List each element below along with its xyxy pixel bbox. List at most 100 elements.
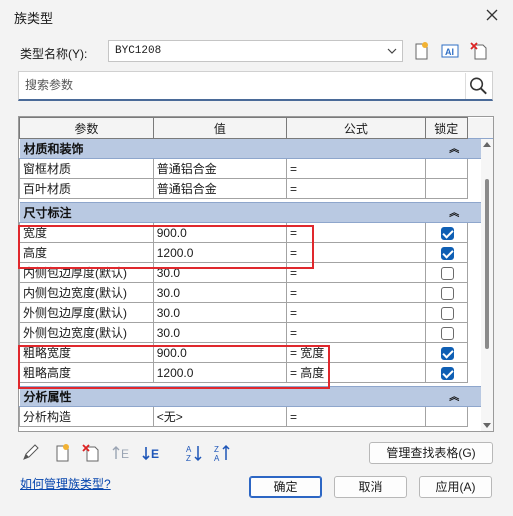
collapse-icon[interactable]: ︽ — [449, 204, 459, 219]
svg-text:Z: Z — [214, 445, 219, 454]
delete-parameter-icon[interactable] — [80, 443, 102, 463]
param-formula[interactable]: = — [285, 242, 426, 263]
table-row: 宽度 900.0 = — [19, 222, 494, 243]
close-icon[interactable] — [483, 6, 501, 24]
group-row-dimensions[interactable]: 尺寸标注 ︽ — [19, 202, 493, 223]
param-name: 高度 — [19, 242, 154, 263]
param-formula[interactable]: = 高度 — [285, 362, 426, 383]
param-name: 分析构造 — [19, 406, 154, 427]
chevron-down-icon — [387, 48, 397, 54]
new-type-icon[interactable] — [410, 40, 432, 62]
table-header-row: 参数 值 公式 锁定 — [19, 117, 493, 139]
table-row: 窗框材质 普通铝合金 = — [19, 158, 494, 179]
table-row: 内侧包边厚度(默认) 30.0 = — [19, 262, 494, 283]
param-formula[interactable]: = — [285, 178, 426, 199]
param-name: 粗略宽度 — [19, 342, 154, 363]
param-formula[interactable]: = — [285, 222, 426, 243]
lock-checkbox[interactable] — [441, 286, 455, 300]
param-name: 内侧包边宽度(默认) — [19, 282, 154, 303]
move-up-icon[interactable]: E — [111, 443, 133, 463]
param-name: 百叶材质 — [19, 178, 154, 199]
type-name-value: BYC1208 — [115, 45, 162, 57]
param-value[interactable]: 1200.0 — [152, 242, 287, 263]
window-title: 族类型 — [14, 11, 54, 26]
table-row: 粗略宽度 900.0 = 宽度 — [19, 342, 494, 363]
group-label: 分析属性 — [23, 390, 72, 404]
vertical-scrollbar[interactable] — [481, 139, 493, 431]
lock-checkbox[interactable] — [441, 346, 455, 360]
collapse-icon[interactable]: ︽ — [449, 388, 459, 403]
param-value[interactable]: 30.0 — [152, 262, 287, 283]
table-row: 粗略高度 1200.0 = 高度 — [19, 362, 494, 383]
lock-checkbox[interactable] — [441, 266, 455, 280]
type-name-select[interactable]: BYC1208 — [108, 40, 403, 62]
new-parameter-icon[interactable] — [51, 443, 73, 463]
help-link[interactable]: 如何管理族类型? — [20, 475, 111, 492]
param-value[interactable]: 30.0 — [152, 322, 287, 343]
table-row: 内侧包边宽度(默认) 30.0 = — [19, 282, 494, 303]
delete-type-icon[interactable] — [468, 40, 490, 62]
scroll-up-icon[interactable] — [483, 142, 491, 147]
param-formula[interactable]: = — [285, 302, 426, 323]
search-icon[interactable] — [465, 73, 491, 99]
group-label: 材质和装饰 — [23, 142, 84, 156]
lock-checkbox[interactable] — [441, 306, 455, 320]
col-header-param[interactable]: 参数 — [19, 117, 154, 139]
param-formula[interactable]: = — [285, 262, 426, 283]
table-row: 分析构造 <无> = — [19, 406, 494, 427]
param-name: 外侧包边宽度(默认) — [19, 322, 154, 343]
group-row-materials[interactable]: 材质和装饰 ︽ — [19, 138, 493, 159]
svg-text:E: E — [121, 447, 129, 461]
parameter-grid: 参数 值 公式 锁定 材质和装饰 ︽ 窗框材质 普通铝合金 = 百叶材质 普通铝合… — [18, 116, 494, 432]
lock-checkbox[interactable] — [441, 326, 455, 340]
param-value[interactable]: 900.0 — [152, 342, 287, 363]
param-value[interactable]: 1200.0 — [152, 362, 287, 383]
collapse-icon[interactable]: ︽ — [449, 140, 459, 155]
col-header-value[interactable]: 值 — [152, 117, 287, 139]
param-value[interactable]: <无> — [152, 406, 287, 427]
lock-checkbox[interactable] — [441, 246, 455, 260]
type-name-label: 类型名称(Y): — [20, 47, 88, 61]
header-spacer — [467, 117, 493, 139]
param-name: 外侧包边厚度(默认) — [19, 302, 154, 323]
sort-ascending-icon[interactable]: A Z — [184, 443, 206, 463]
param-value[interactable]: 30.0 — [152, 282, 287, 303]
lock-checkbox[interactable] — [441, 226, 455, 240]
svg-text:A: A — [214, 454, 220, 463]
rename-type-icon[interactable]: AI — [439, 40, 461, 62]
lock-cell — [424, 178, 468, 199]
scroll-down-icon[interactable] — [483, 423, 491, 428]
lock-cell — [424, 158, 468, 179]
param-value[interactable]: 900.0 — [152, 222, 287, 243]
table-row: 外侧包边宽度(默认) 30.0 = — [19, 322, 494, 343]
param-value[interactable]: 普通铝合金 — [152, 158, 287, 179]
param-value[interactable]: 普通铝合金 — [152, 178, 287, 199]
param-name: 宽度 — [19, 222, 154, 243]
col-header-lock[interactable]: 锁定 — [424, 117, 468, 139]
sort-descending-icon[interactable]: Z A — [212, 443, 234, 463]
param-formula[interactable]: = — [285, 158, 426, 179]
param-formula[interactable]: = — [285, 406, 426, 427]
lock-checkbox[interactable] — [441, 366, 455, 380]
param-formula[interactable]: = — [285, 282, 426, 303]
scroll-thumb[interactable] — [485, 179, 489, 349]
group-row-analysis[interactable]: 分析属性 ︽ — [19, 386, 493, 407]
search-box — [18, 71, 493, 101]
table-row: 高度 1200.0 = — [19, 242, 494, 263]
table-row: 百叶材质 普通铝合金 = — [19, 178, 494, 199]
search-input[interactable] — [23, 74, 463, 96]
param-value[interactable]: 30.0 — [152, 302, 287, 323]
col-header-formula[interactable]: 公式 — [285, 117, 426, 139]
param-formula[interactable]: = — [285, 322, 426, 343]
table-row: 外侧包边厚度(默认) 30.0 = — [19, 302, 494, 323]
param-name: 内侧包边厚度(默认) — [19, 262, 154, 283]
cancel-button[interactable]: 取消 — [334, 476, 407, 498]
apply-button[interactable]: 应用(A) — [419, 476, 492, 498]
title-bar: 族类型 — [0, 0, 513, 30]
edit-pencil-icon[interactable] — [20, 443, 42, 463]
svg-text:Z: Z — [186, 454, 191, 463]
manage-lookup-tables-button[interactable]: 管理查找表格(G) — [369, 442, 493, 464]
param-formula[interactable]: = 宽度 — [285, 342, 426, 363]
move-down-icon[interactable]: E — [141, 443, 163, 463]
ok-button[interactable]: 确定 — [249, 476, 322, 498]
